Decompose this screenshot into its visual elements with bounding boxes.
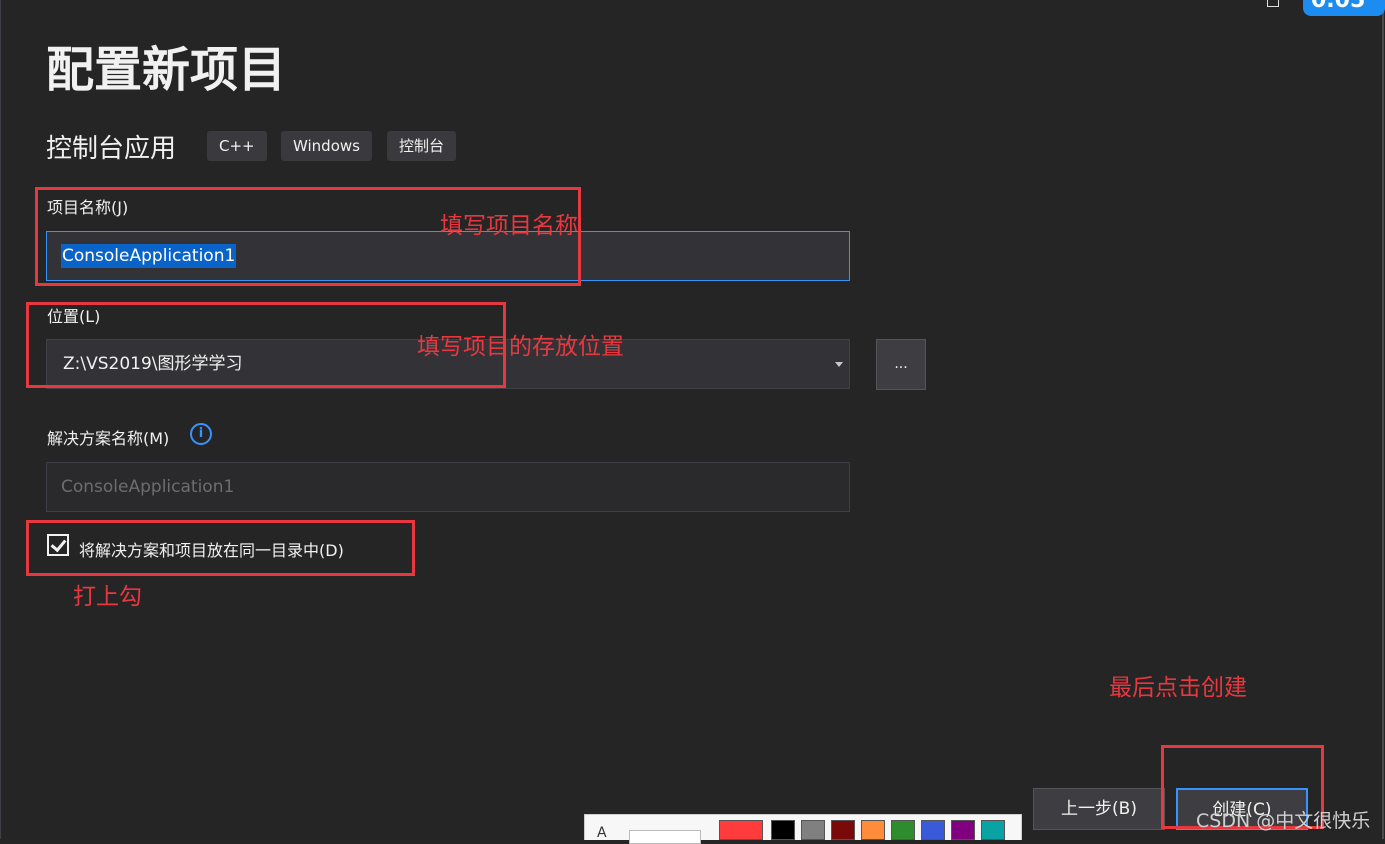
window-border-left [0,0,1,839]
solution-name-value: ConsoleApplication1 [61,477,235,497]
annotation-check-hint: 打上勾 [73,584,142,610]
back-button[interactable]: 上一步(B) [1033,788,1165,830]
annotation-box-checkbox [26,520,415,576]
color-swatch-teal[interactable] [981,820,1005,840]
color-swatch-blue[interactable] [921,820,945,840]
info-icon[interactable]: i [190,423,212,445]
color-swatch-purple[interactable] [951,820,975,840]
color-swatch-black[interactable] [771,820,795,840]
color-swatch-orange[interactable] [861,820,885,840]
solution-name-label: 解决方案名称(M) [47,429,170,448]
annotation-toolbar: A [584,814,1022,844]
color-swatch-gray[interactable] [801,820,825,840]
annotation-create-hint: 最后点击创建 [1109,675,1247,701]
tag-language: C++ [207,131,267,161]
watermark: CSDN @中文很快乐 [1196,810,1371,832]
speed-badge: 0.05 [1303,0,1385,16]
color-swatch-green[interactable] [891,820,915,840]
color-swatch-maroon[interactable] [831,820,855,840]
font-size-box[interactable] [629,830,701,844]
annotation-location-hint: 填写项目的存放位置 [417,334,624,360]
window-border-right [1382,0,1384,839]
browse-button[interactable]: ... [876,339,926,390]
maximize-icon[interactable] [1267,0,1279,7]
page-title: 配置新项目 [46,42,287,98]
chevron-down-icon[interactable] [835,362,843,367]
template-name: 控制台应用 [46,134,177,164]
solution-name-input: ConsoleApplication1 [46,462,850,512]
annotation-name-hint: 填写项目名称 [440,213,578,239]
color-swatch-red[interactable] [719,820,763,840]
tag-project-type: 控制台 [387,131,457,161]
tag-platform: Windows [281,131,372,161]
